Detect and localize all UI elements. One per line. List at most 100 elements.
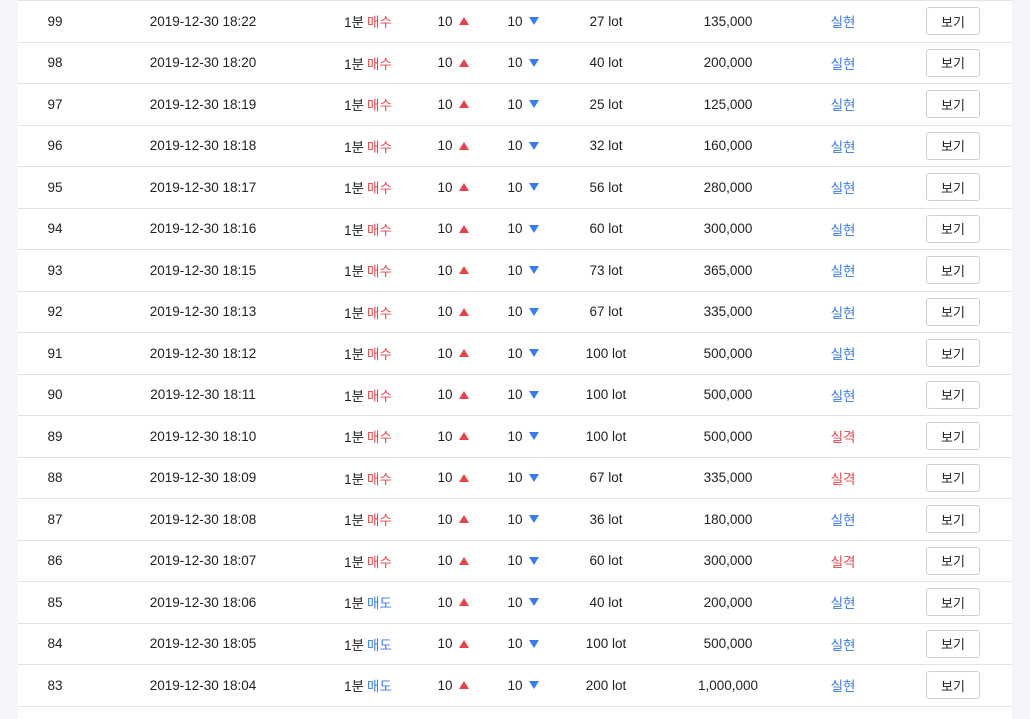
row-up-count: 10 xyxy=(428,582,478,623)
view-button[interactable]: 보기 xyxy=(926,131,980,160)
view-button[interactable]: 보기 xyxy=(926,629,980,658)
table-row: 87 2019-12-30 18:08 1분 매수 10 10 36 lot 180,000 실… xyxy=(18,499,1012,541)
row-interval: 1분 xyxy=(344,554,365,570)
row-side: 매수 xyxy=(367,264,392,280)
row-lot: 36 lot xyxy=(589,511,623,527)
row-up-value: 10 xyxy=(437,553,453,569)
row-up-value: 10 xyxy=(437,96,453,112)
row-order-type: 1분 매수 xyxy=(318,333,418,374)
row-datetime: 2019-12-30 18:19 xyxy=(149,96,257,112)
row-amount: 500,000 xyxy=(703,636,753,652)
row-number: 89 xyxy=(47,428,63,444)
triangle-down-icon xyxy=(528,100,539,109)
row-up-count: 10 xyxy=(428,250,478,291)
table-row: 93 2019-12-30 18:15 1분 매수 10 10 73 lot 365,000 실… xyxy=(18,250,1012,292)
row-lot: 100 lot xyxy=(585,636,627,652)
row-action: 보기 xyxy=(918,209,988,250)
triangle-up-icon xyxy=(458,224,469,233)
row-action: 보기 xyxy=(918,250,988,291)
row-side: 매수 xyxy=(367,347,392,363)
row-side: 매수 xyxy=(367,98,392,114)
row-datetime: 2019-12-30 18:11 xyxy=(150,387,256,403)
row-result: 실현 xyxy=(830,513,856,529)
row-down-value: 10 xyxy=(507,221,523,237)
row-down-value: 10 xyxy=(507,511,523,527)
row-number: 92 xyxy=(47,304,63,320)
view-button[interactable]: 보기 xyxy=(926,297,980,326)
row-lot: 200 lot xyxy=(585,677,627,693)
row-side: 매수 xyxy=(367,554,392,570)
row-down-value: 10 xyxy=(507,138,523,154)
view-button[interactable]: 보기 xyxy=(926,339,980,368)
row-down-value: 10 xyxy=(507,387,523,403)
row-up-count: 10 xyxy=(428,624,478,665)
triangle-up-icon xyxy=(458,556,469,565)
triangle-up-icon xyxy=(458,17,469,26)
row-up-count: 10 xyxy=(428,167,478,208)
row-order-type: 1분 매수 xyxy=(318,375,418,416)
row-amount: 160,000 xyxy=(703,138,753,154)
triangle-down-icon xyxy=(528,266,539,275)
row-up-count: 10 xyxy=(428,333,478,374)
row-up-count: 10 xyxy=(428,499,478,540)
row-number: 88 xyxy=(47,470,63,486)
row-side: 매수 xyxy=(367,15,392,31)
view-button[interactable]: 보기 xyxy=(926,48,980,77)
row-down-count: 10 xyxy=(498,126,548,167)
row-action: 보기 xyxy=(918,416,988,457)
row-datetime: 2019-12-30 18:06 xyxy=(149,594,257,610)
view-button[interactable]: 보기 xyxy=(926,173,980,202)
view-button[interactable]: 보기 xyxy=(926,380,980,409)
row-amount: 200,000 xyxy=(703,55,753,71)
row-down-count: 10 xyxy=(498,209,548,250)
row-up-value: 10 xyxy=(437,470,453,486)
view-button[interactable]: 보기 xyxy=(926,671,980,700)
row-amount: 280,000 xyxy=(703,179,753,195)
table-row: 90 2019-12-30 18:11 1분 매수 10 10 100 lot 500,000… xyxy=(18,375,1012,416)
row-amount: 335,000 xyxy=(703,304,753,320)
row-datetime: 2019-12-30 18:22 xyxy=(149,13,257,29)
triangle-down-icon xyxy=(528,432,539,441)
row-action: 보기 xyxy=(918,624,988,665)
row-amount: 365,000 xyxy=(703,262,753,278)
row-amount: 500,000 xyxy=(703,428,753,444)
row-order-type: 1분 매수 xyxy=(318,499,418,540)
row-action: 보기 xyxy=(918,43,988,84)
row-side: 매수 xyxy=(367,181,392,197)
row-lot: 73 lot xyxy=(589,262,623,278)
row-up-value: 10 xyxy=(437,387,453,403)
view-button[interactable]: 보기 xyxy=(926,7,980,36)
row-action: 보기 xyxy=(918,126,988,167)
view-button[interactable]: 보기 xyxy=(926,588,980,617)
triangle-up-icon xyxy=(458,681,469,690)
table-row: 86 2019-12-30 18:07 1분 매수 10 10 60 lot 300,000 실… xyxy=(18,541,1012,582)
view-button[interactable]: 보기 xyxy=(926,422,980,451)
row-number: 94 xyxy=(47,221,63,237)
row-interval: 1분 xyxy=(344,15,365,31)
view-button[interactable]: 보기 xyxy=(926,90,980,119)
row-up-count: 10 xyxy=(428,1,478,42)
row-side: 매도 xyxy=(367,596,392,612)
row-up-count: 10 xyxy=(428,126,478,167)
row-down-count: 10 xyxy=(498,43,548,84)
row-datetime: 2019-12-30 18:09 xyxy=(149,470,257,486)
view-button[interactable]: 보기 xyxy=(926,546,980,575)
row-lot: 67 lot xyxy=(589,470,623,486)
row-up-count: 10 xyxy=(428,84,478,125)
row-datetime: 2019-12-30 18:16 xyxy=(149,221,257,237)
row-down-count: 10 xyxy=(498,84,548,125)
view-button[interactable]: 보기 xyxy=(926,505,980,534)
view-button[interactable]: 보기 xyxy=(926,256,980,285)
row-result: 실현 xyxy=(830,98,856,114)
row-amount: 335,000 xyxy=(703,470,753,486)
row-down-count: 10 xyxy=(498,292,548,333)
view-button[interactable]: 보기 xyxy=(926,214,980,243)
view-button[interactable]: 보기 xyxy=(926,463,980,492)
row-interval: 1분 xyxy=(344,347,365,363)
triangle-down-icon xyxy=(528,141,539,150)
row-order-type: 1분 매수 xyxy=(318,126,418,167)
triangle-down-icon xyxy=(528,183,539,192)
row-result: 실현 xyxy=(830,347,856,363)
row-down-count: 10 xyxy=(498,458,548,499)
row-number: 91 xyxy=(47,345,63,361)
